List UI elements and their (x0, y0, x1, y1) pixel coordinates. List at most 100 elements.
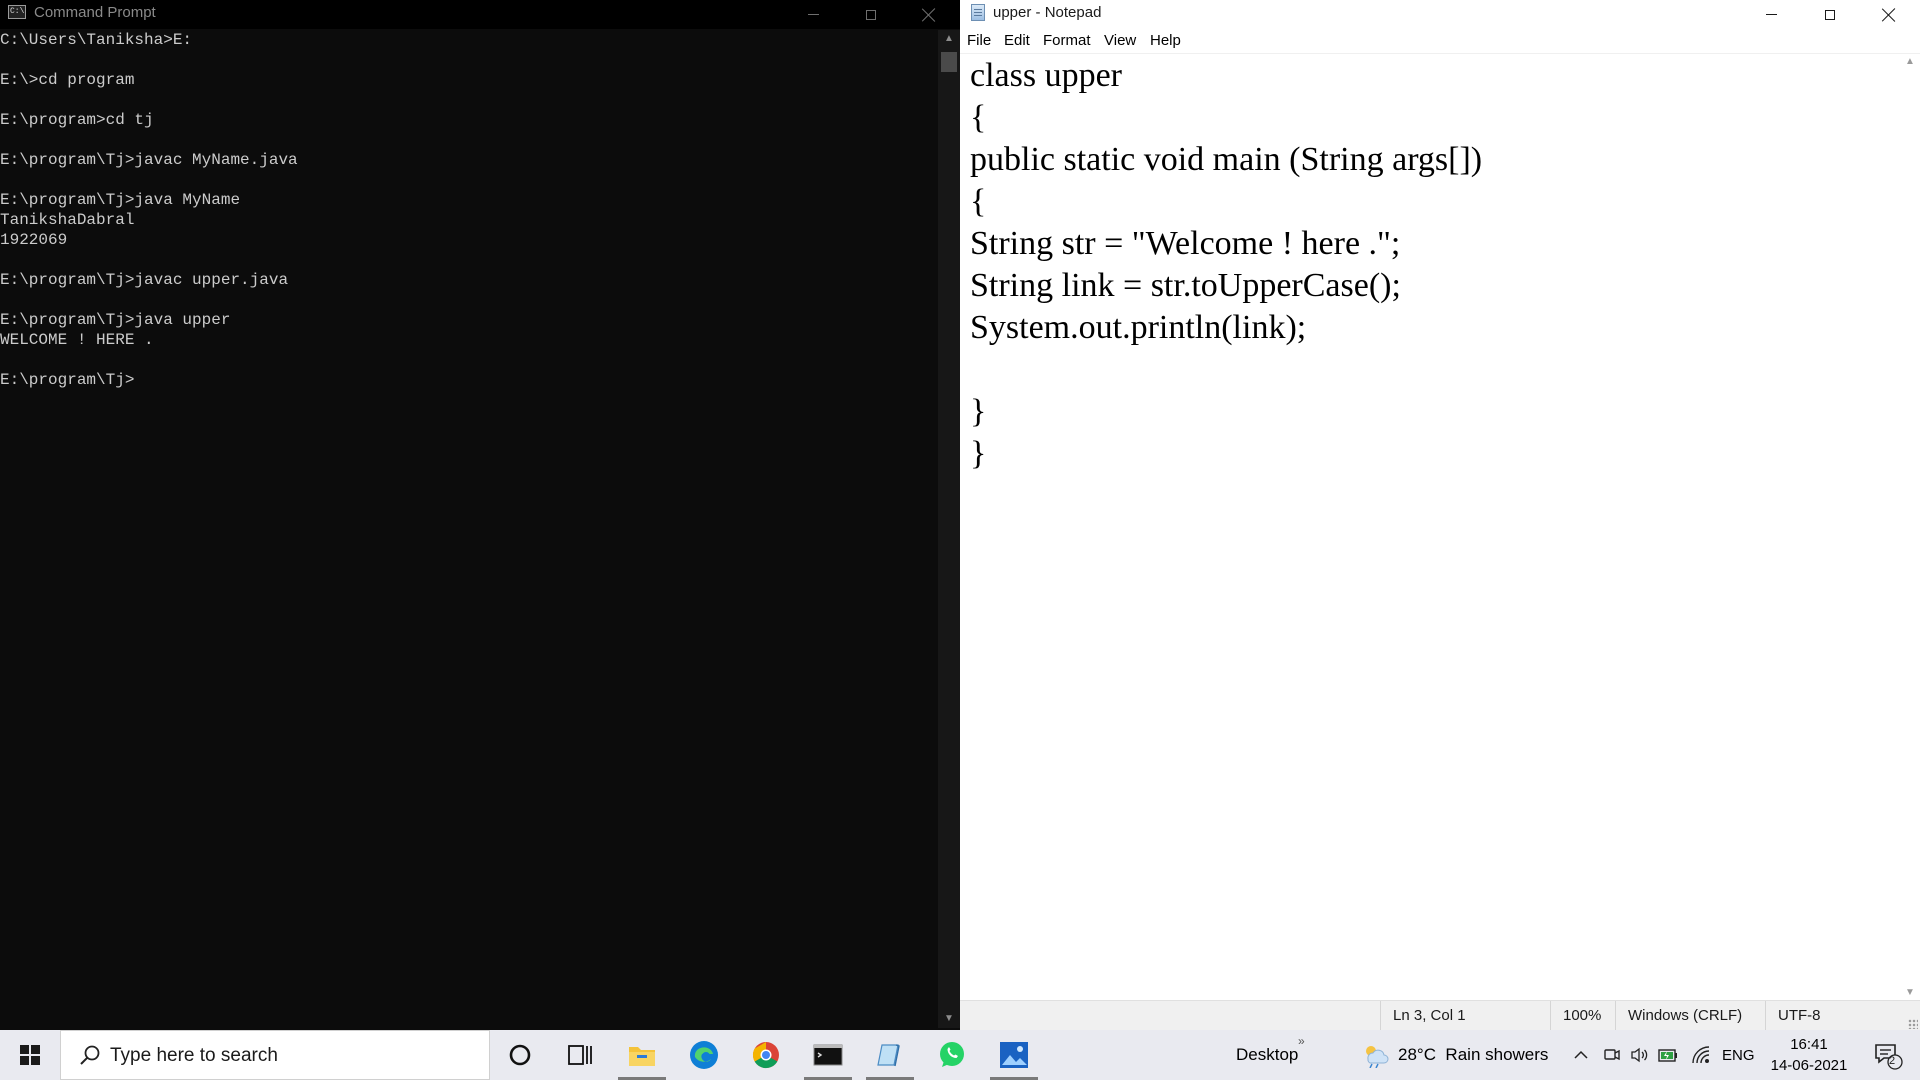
taskbar: Type here to search Desktop » 28°C Rain … (0, 1030, 1920, 1080)
menu-edit[interactable]: Edit (1004, 32, 1030, 49)
code-line: System.out.println(link); (970, 309, 1307, 346)
wifi-icon (1692, 1046, 1710, 1064)
notepad-maximize-button[interactable] (1801, 0, 1859, 29)
notepad-close-button[interactable] (1860, 0, 1918, 29)
notepad-minimize-button[interactable] (1742, 0, 1800, 29)
menu-view[interactable]: View (1104, 32, 1136, 49)
line-endings: Windows (CRLF) (1615, 1001, 1745, 1031)
cmd-minimize-button[interactable] (784, 0, 842, 29)
clock-date: 14-06-2021 (1770, 1057, 1848, 1074)
file-explorer-icon (629, 1047, 655, 1066)
volume-button[interactable] (1628, 1030, 1652, 1080)
resize-grip-icon[interactable] (1908, 1019, 1918, 1029)
cmd-maximize-button[interactable] (842, 0, 900, 29)
command-prompt-window[interactable]: C:\ Command Prompt C:\Users\Taniksha>E: E… (0, 0, 960, 1030)
language-indicator[interactable]: ENG (1722, 1030, 1755, 1080)
code-line: String link = str.toUpperCase(); (970, 267, 1401, 304)
notepad-statusbar: Ln 3, Col 1 100% Windows (CRLF) UTF-8 (960, 1000, 1920, 1031)
command-prompt-taskbar-button[interactable] (798, 1030, 858, 1080)
whatsapp-button[interactable] (922, 1030, 982, 1080)
console-line: TanikshaDabral (0, 211, 135, 229)
console-line: 1922069 (0, 231, 68, 249)
code-line: } (970, 435, 987, 472)
cmd-close-button[interactable] (900, 0, 958, 29)
cortana-button[interactable] (490, 1030, 550, 1080)
windows-logo-icon (20, 1045, 40, 1065)
chrome-button[interactable] (736, 1030, 796, 1080)
notification-count: 2 (1889, 1055, 1896, 1067)
close-icon (922, 8, 936, 22)
search-icon (80, 1045, 100, 1065)
meet-now-icon (1604, 1049, 1620, 1061)
action-center-button[interactable]: 2 (1866, 1030, 1910, 1080)
scroll-down-arrow-icon[interactable]: ▼ (1900, 987, 1920, 998)
code-line: { (970, 99, 987, 136)
task-view-icon (568, 1045, 592, 1065)
notepad-menubar: File Edit Format View Help (960, 29, 1920, 54)
console-line: WELCOME ! HERE . (0, 331, 154, 349)
notepad-icon (877, 1044, 900, 1067)
cmd-scroll-thumb[interactable] (941, 52, 957, 72)
minimize-icon (1765, 14, 1777, 15)
language-label: ENG (1722, 1046, 1755, 1064)
text-editor[interactable]: class upper {public static void main (Str… (960, 54, 1900, 1000)
menu-help[interactable]: Help (1150, 32, 1181, 49)
scroll-down-arrow-icon[interactable]: ▼ (938, 1010, 960, 1028)
search-placeholder: Type here to search (110, 1045, 278, 1066)
console-line: E:\program\Tj> (0, 371, 135, 389)
console-output[interactable]: C:\Users\Taniksha>E: E:\>cd program E:\pro… (0, 30, 938, 1028)
minimize-icon (807, 14, 819, 15)
weather-widget[interactable]: 28°C Rain showers (1360, 1030, 1548, 1080)
start-button[interactable] (0, 1030, 60, 1080)
console-line: E:\program\Tj>javac upper.java (0, 271, 289, 289)
notepad-app-icon (971, 4, 985, 21)
console-line: E:\program>cd tj (0, 111, 154, 129)
clock-time: 16:41 (1790, 1036, 1828, 1053)
chevron-up-icon (1574, 1050, 1588, 1059)
cmd-titlebar[interactable]: C:\ Command Prompt (0, 0, 960, 29)
task-view-button[interactable] (550, 1030, 610, 1080)
menu-file[interactable]: File (967, 32, 991, 49)
encoding: UTF-8 (1765, 1001, 1885, 1031)
code-line: String str = "Welcome ! here ."; (970, 225, 1401, 262)
cmd-title: Command Prompt (34, 4, 156, 21)
scroll-up-arrow-icon[interactable]: ▲ (1900, 56, 1920, 67)
console-line: E:\>cd program (0, 71, 135, 89)
menu-format[interactable]: Format (1043, 32, 1091, 49)
notepad-taskbar-button[interactable] (860, 1030, 920, 1080)
zoom-level: 100% (1550, 1001, 1605, 1031)
cmd-scrollbar[interactable]: ▲ ▼ (938, 30, 960, 1028)
close-icon (1882, 8, 1896, 22)
show-hidden-icons-button[interactable] (1568, 1030, 1594, 1080)
rain-showers-icon (1366, 1046, 1389, 1068)
whatsapp-icon (940, 1042, 964, 1067)
battery-button[interactable] (1656, 1030, 1682, 1080)
notepad-title: upper - Notepad (993, 4, 1102, 21)
clock[interactable]: 16:41 14-06-2021 (1766, 1030, 1852, 1080)
search-box[interactable]: Type here to search (60, 1030, 490, 1080)
meet-now-button[interactable] (1600, 1030, 1624, 1080)
chrome-icon (752, 1042, 779, 1069)
desktop-toolbar[interactable]: Desktop (1236, 1030, 1298, 1080)
cmd-app-icon: C:\ (8, 5, 26, 19)
network-button[interactable] (1688, 1030, 1714, 1080)
photos-button[interactable] (984, 1030, 1044, 1080)
code-line: } (970, 393, 987, 430)
console-line: E:\program\Tj>java upper (0, 311, 231, 329)
toolbar-expand-chevron-icon[interactable]: » (1298, 1016, 1305, 1066)
cursor-position: Ln 3, Col 1 (1380, 1001, 1510, 1031)
edge-button[interactable] (674, 1030, 734, 1080)
file-explorer-button[interactable] (612, 1030, 672, 1080)
scroll-up-arrow-icon[interactable]: ▲ (938, 30, 960, 48)
editor-content[interactable]: class upper {public static void main (Str… (970, 55, 1482, 475)
console-line: C:\Users\Taniksha>E: (0, 31, 193, 49)
notepad-scrollbar[interactable]: ▲ ▼ (1900, 54, 1920, 1000)
notepad-titlebar[interactable]: upper - Notepad (960, 0, 1920, 29)
console-line: E:\program\Tj>java MyName (0, 191, 241, 209)
notepad-window[interactable]: upper - Notepad File Edit Format View He… (960, 0, 1920, 1031)
desktop-label: Desktop (1236, 1045, 1299, 1064)
